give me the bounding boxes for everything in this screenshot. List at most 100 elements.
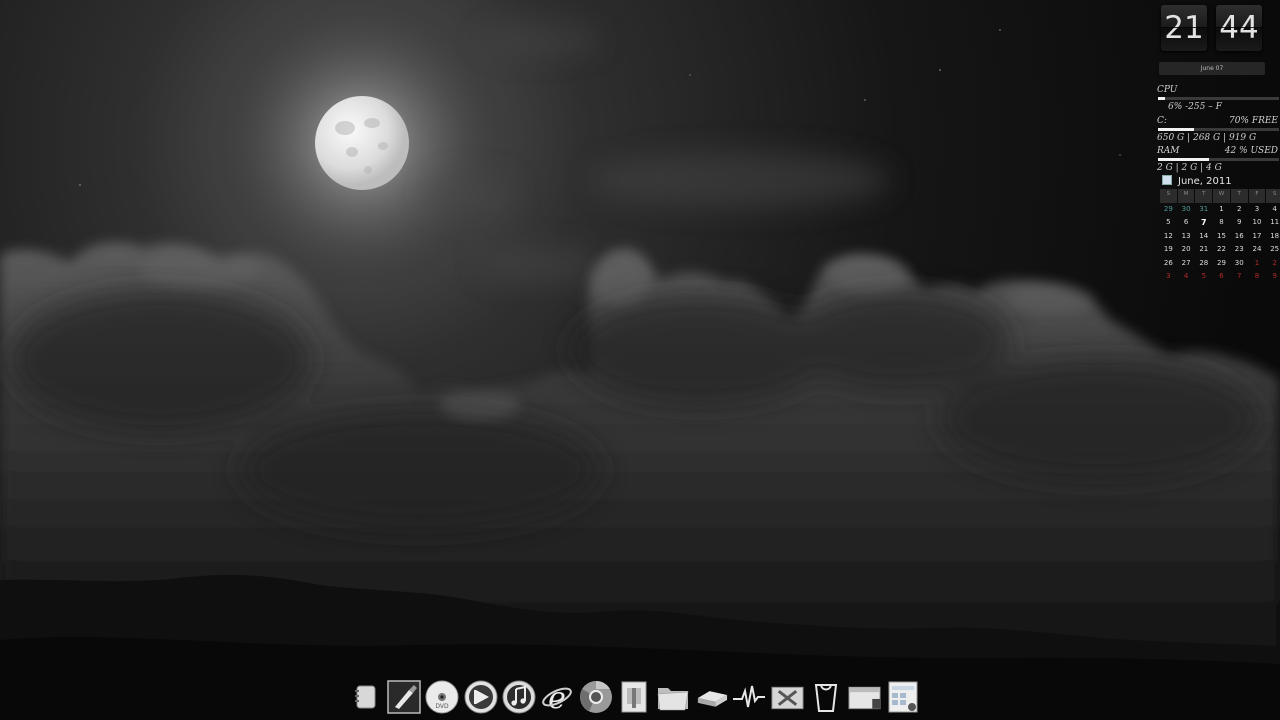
calendar-day[interactable]: 26: [1160, 257, 1177, 271]
calendar-day[interactable]: 23: [1231, 243, 1248, 257]
weekday-label: T: [1230, 189, 1248, 203]
cpu-bar-fill: [1158, 97, 1166, 100]
weekday-label: M: [1177, 189, 1195, 203]
calendar-day[interactable]: 8: [1249, 270, 1266, 284]
calendar-day[interactable]: 25: [1266, 243, 1280, 257]
dock: DVD e: [348, 677, 920, 717]
calendar-week: 19 20 21 22 23 24 25: [1160, 243, 1280, 257]
calendar-day[interactable]: 16: [1231, 230, 1248, 244]
calendar-day[interactable]: 30: [1178, 203, 1195, 217]
dock-item-internet-explorer[interactable]: e: [540, 680, 575, 715]
paint-brush-icon: [387, 680, 421, 714]
calendar-day[interactable]: 7: [1231, 270, 1248, 284]
recycle-bin-icon: [815, 684, 838, 712]
ram-label: RAM: [1157, 146, 1180, 156]
calendar-day[interactable]: 11: [1266, 216, 1280, 230]
weekday-label: F: [1248, 189, 1266, 203]
dock-item-paint[interactable]: [386, 680, 421, 715]
calendar-day[interactable]: 9: [1266, 270, 1280, 284]
calendar-grid: S M T W T F S 29 30 31 1 2 3 4 5 6 7 8 9…: [1160, 189, 1280, 284]
dvd-icon: DVD: [425, 680, 459, 714]
calendar-day[interactable]: 14: [1195, 230, 1212, 244]
dock-item-music[interactable]: [502, 680, 537, 715]
clock-minutes: 44: [1216, 5, 1262, 51]
media-player-icon: [464, 680, 498, 714]
calendar-day[interactable]: 22: [1213, 243, 1230, 257]
calendar-day[interactable]: 1: [1213, 203, 1230, 217]
folder-icon: [657, 688, 688, 711]
dock-item-recycle-bin[interactable]: [809, 680, 844, 715]
calendar-day[interactable]: 3: [1249, 203, 1266, 217]
calendar-day[interactable]: 15: [1213, 230, 1230, 244]
clock-hours: 21: [1161, 5, 1207, 51]
dock-item-media-player[interactable]: [463, 680, 498, 715]
music-icon: [502, 680, 536, 714]
weekday-label: T: [1195, 189, 1213, 203]
dock-item-document[interactable]: [617, 680, 652, 715]
dock-item-notes[interactable]: [348, 680, 383, 715]
dock-item-activity-monitor[interactable]: [732, 680, 767, 715]
dock-item-drive[interactable]: [694, 680, 729, 715]
calendar-day[interactable]: 6: [1178, 216, 1195, 230]
calendar-day[interactable]: 1: [1249, 257, 1266, 271]
calendar-day[interactable]: 5: [1195, 270, 1212, 284]
calendar-day[interactable]: 10: [1249, 216, 1266, 230]
disk-bar-fill: [1158, 128, 1195, 131]
ram-bar-fill: [1158, 158, 1209, 161]
calendar-day-today[interactable]: 7: [1195, 216, 1212, 230]
svg-text:DVD: DVD: [436, 703, 450, 710]
calendar-title: June, 2011: [1178, 176, 1232, 187]
dock-item-dvd[interactable]: DVD: [425, 680, 460, 715]
calendar-week: 12 13 14 15 16 17 18: [1160, 230, 1280, 244]
calendar-day[interactable]: 6: [1213, 270, 1230, 284]
calendar-day[interactable]: 28: [1195, 257, 1212, 271]
calendar-day[interactable]: 31: [1195, 203, 1212, 217]
weekday-label: S: [1266, 189, 1280, 203]
clock-date: June 07: [1159, 62, 1265, 75]
tools-icon: [771, 686, 804, 710]
ram-row: RAM 42 % USED: [1157, 145, 1280, 157]
calendar-weekday-row: S M T W T F S: [1160, 189, 1280, 203]
calendar-day[interactable]: 21: [1195, 243, 1212, 257]
calendar-day[interactable]: 27: [1178, 257, 1195, 271]
calendar-day[interactable]: 9: [1231, 216, 1248, 230]
dock-item-folder[interactable]: [655, 680, 690, 715]
disk-detail: 650 G | 268 G | 919 G: [1157, 133, 1257, 143]
control-panel-icon: [888, 681, 918, 713]
calendar-day[interactable]: 13: [1178, 230, 1195, 244]
calendar-day[interactable]: 17: [1249, 230, 1266, 244]
calendar-day[interactable]: 18: [1266, 230, 1280, 244]
calendar-icon: [1162, 175, 1172, 185]
calendar-day[interactable]: 12: [1160, 230, 1177, 244]
ram-used: 42 % USED: [1224, 146, 1278, 156]
disk-label: C:: [1157, 116, 1167, 126]
flip-clock-widget: 21 44: [1159, 5, 1265, 55]
calendar-day[interactable]: 8: [1213, 216, 1230, 230]
calendar-day[interactable]: 4: [1178, 270, 1195, 284]
calendar-day[interactable]: 24: [1249, 243, 1266, 257]
calendar-day[interactable]: 4: [1266, 203, 1280, 217]
calendar-day[interactable]: 5: [1160, 216, 1177, 230]
dock-item-tools[interactable]: [770, 680, 805, 715]
disk-bar: [1158, 128, 1279, 131]
dock-item-chrome[interactable]: [578, 680, 613, 715]
drive-icon: [697, 691, 727, 707]
calendar-day[interactable]: 2: [1266, 257, 1280, 271]
calendar-header[interactable]: June, 2011: [1162, 175, 1232, 188]
dock-item-window[interactable]: [847, 680, 882, 715]
calendar-day[interactable]: 19: [1160, 243, 1177, 257]
window-icon: [848, 686, 881, 710]
calendar-week: 5 6 7 8 9 10 11: [1160, 216, 1280, 230]
calendar-day[interactable]: 20: [1178, 243, 1195, 257]
calendar-day[interactable]: 30: [1231, 257, 1248, 271]
calendar-day[interactable]: 2: [1231, 203, 1248, 217]
desktop-wallpaper: [0, 0, 1280, 720]
dock-item-control-panel[interactable]: [885, 680, 920, 715]
cpu-label: CPU: [1157, 85, 1178, 95]
calendar-day[interactable]: 29: [1213, 257, 1230, 271]
internet-explorer-icon: e: [542, 681, 573, 714]
calendar-day[interactable]: 3: [1160, 270, 1177, 284]
calendar-day[interactable]: 29: [1160, 203, 1177, 217]
cpu-bar: [1158, 97, 1279, 100]
document-icon: [621, 681, 647, 713]
